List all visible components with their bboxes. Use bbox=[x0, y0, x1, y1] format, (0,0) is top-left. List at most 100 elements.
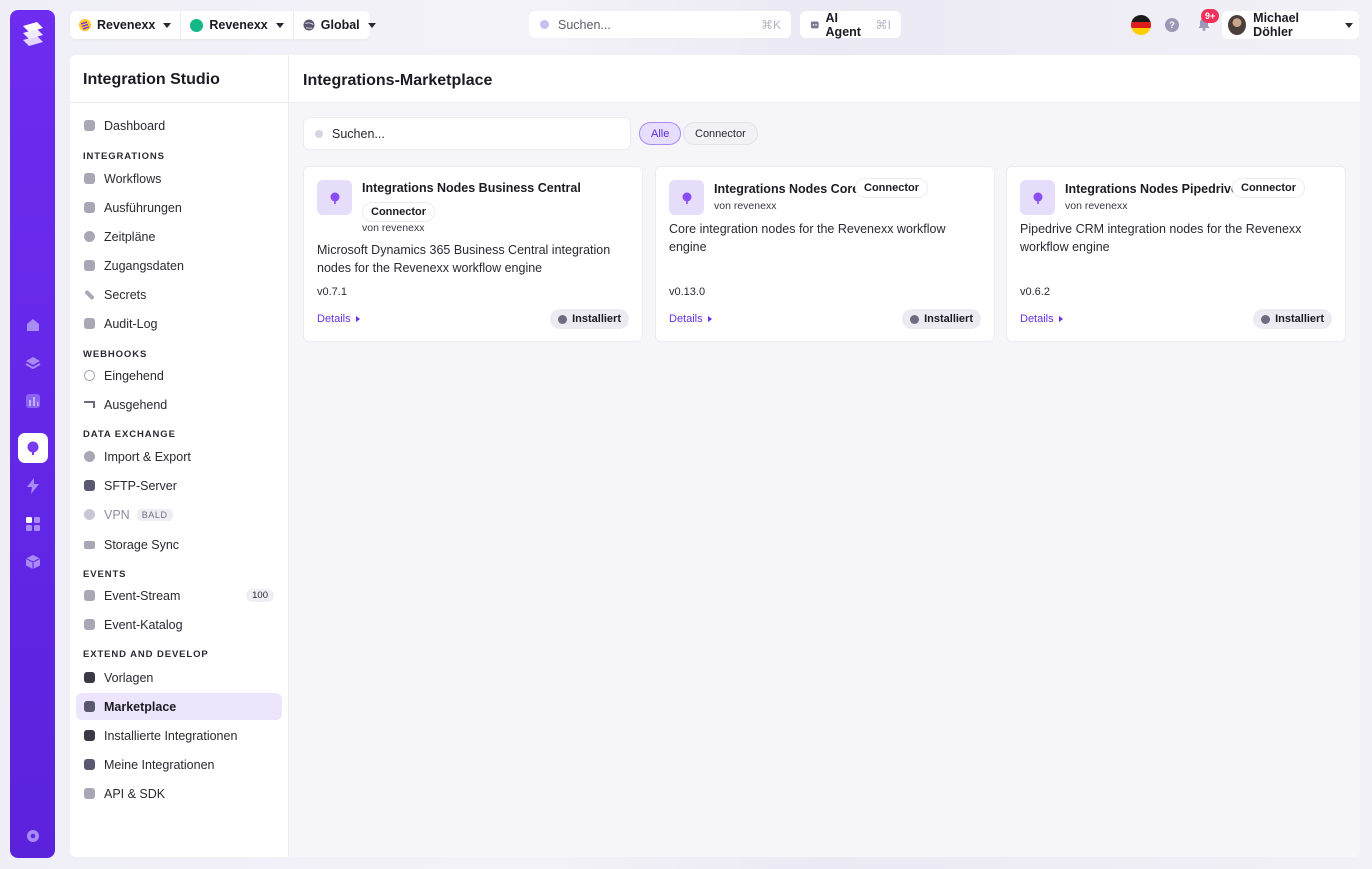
sidebar-item-label: Storage Sync bbox=[104, 537, 180, 552]
integration-card: Integrations Nodes Core Connector von re… bbox=[655, 166, 995, 342]
ai-agent-button[interactable]: AI Agent ⌘I bbox=[800, 11, 901, 39]
region-selector[interactable]: Global bbox=[294, 11, 385, 39]
catalog-icon bbox=[84, 619, 95, 630]
sidebar-item-vpn[interactable]: VPN BALD bbox=[76, 501, 282, 528]
ai-agent-shortcut: ⌘I bbox=[875, 17, 891, 32]
home-icon[interactable] bbox=[18, 310, 48, 340]
card-author: von revenexx bbox=[714, 200, 777, 212]
sidebar-item-marketplace[interactable]: Marketplace bbox=[76, 693, 282, 720]
stream-icon bbox=[84, 590, 95, 601]
installed-label: Installiert bbox=[572, 313, 621, 325]
package-icon bbox=[84, 759, 95, 770]
brand-stripes-icon bbox=[79, 19, 91, 31]
code-icon bbox=[84, 788, 95, 799]
sidebar-item-import-export[interactable]: Import & Export bbox=[76, 443, 282, 470]
apps-grid-icon[interactable] bbox=[18, 509, 48, 539]
sidebar-item-label: Workflows bbox=[104, 171, 162, 186]
check-circle-icon bbox=[1261, 314, 1271, 324]
sidebar-item-outgoing[interactable]: Ausgehend bbox=[76, 391, 282, 418]
sidebar-item-api-sdk[interactable]: API & SDK bbox=[76, 780, 282, 807]
coming-soon-badge: BALD bbox=[136, 508, 173, 521]
sidebar-item-label: Secrets bbox=[104, 287, 147, 302]
connector-tag: Connector bbox=[855, 178, 928, 198]
sidebar-item-label: SFTP-Server bbox=[104, 478, 177, 493]
card-title[interactable]: Integrations Nodes Business Central bbox=[362, 181, 581, 195]
sidebar-item-my-integrations[interactable]: Meine Integrationen bbox=[76, 751, 282, 778]
layers-icon bbox=[84, 730, 95, 741]
user-menu[interactable]: Michael Döhler bbox=[1222, 11, 1359, 39]
sidebar-item-label: Event-Stream bbox=[104, 588, 181, 603]
sidebar-item-label: Dashboard bbox=[104, 118, 166, 133]
sidebar-item-label: API & SDK bbox=[104, 786, 166, 801]
filter-connector[interactable]: Connector bbox=[683, 122, 758, 145]
app-rail bbox=[10, 10, 55, 858]
sidebar-item-sftp-server[interactable]: SFTP-Server bbox=[76, 472, 282, 499]
settings-gear-icon[interactable] bbox=[18, 821, 48, 851]
workspace-selector[interactable]: Revenexx bbox=[181, 11, 294, 39]
globe-icon bbox=[303, 19, 315, 31]
layers-icon[interactable] bbox=[18, 348, 48, 378]
sidebar-item-event-catalog[interactable]: Event-Katalog bbox=[76, 611, 282, 638]
search-shortcut: ⌘K bbox=[760, 17, 781, 32]
check-circle-icon bbox=[558, 314, 568, 324]
workflow-icon bbox=[84, 173, 95, 184]
card-title[interactable]: Integrations Nodes Pipedrive bbox=[1065, 182, 1238, 196]
user-name: Michael Döhler bbox=[1253, 11, 1300, 39]
global-search-placeholder: Suchen... bbox=[558, 17, 611, 32]
sidebar-item-credentials[interactable]: Zugangsdaten bbox=[76, 252, 282, 279]
sidebar-item-incoming[interactable]: Eingehend bbox=[76, 362, 282, 389]
card-version: v0.7.1 bbox=[317, 286, 347, 298]
sidebar-item-installed-integrations[interactable]: Installierte Integrationen bbox=[76, 722, 282, 749]
apps-grid-icon bbox=[84, 701, 95, 712]
event-count-badge: 100 bbox=[246, 589, 274, 602]
context-selector-group: Revenexx Revenexx Global bbox=[70, 11, 376, 39]
package-icon[interactable] bbox=[18, 547, 48, 577]
card-version: v0.6.2 bbox=[1020, 286, 1050, 298]
sidebar-item-label: Zugangsdaten bbox=[104, 258, 184, 273]
sidebar-item-secrets[interactable]: Secrets bbox=[76, 281, 282, 308]
integrations-icon[interactable] bbox=[18, 433, 48, 463]
sidebar-item-executions[interactable]: Ausführungen bbox=[76, 194, 282, 221]
marketplace-search-input[interactable]: Suchen... bbox=[303, 117, 631, 150]
search-icon bbox=[315, 129, 323, 138]
section-integrations: INTEGRATIONS bbox=[83, 151, 165, 162]
details-link[interactable]: Details bbox=[1020, 313, 1063, 325]
global-search-input[interactable]: Suchen... ⌘K bbox=[529, 11, 791, 38]
chevron-down-icon bbox=[1345, 22, 1353, 28]
sidebar-item-audit-log[interactable]: Audit-Log bbox=[76, 310, 282, 337]
connector-tag: Connector bbox=[362, 202, 435, 222]
webhook-icon bbox=[84, 370, 95, 381]
sidebar-item-templates[interactable]: Vorlagen bbox=[76, 664, 282, 691]
language-flag-de-icon[interactable] bbox=[1131, 15, 1151, 35]
sidebar-item-workflows[interactable]: Workflows bbox=[76, 165, 282, 192]
details-link[interactable]: Details bbox=[669, 313, 712, 325]
help-icon[interactable]: ? bbox=[1165, 18, 1179, 32]
sidebar-item-schedules[interactable]: Zeitpläne bbox=[76, 223, 282, 250]
integration-icon bbox=[317, 180, 352, 215]
sidebar-item-event-stream[interactable]: Event-Stream 100 bbox=[76, 582, 282, 609]
analytics-icon[interactable] bbox=[18, 386, 48, 416]
app-logo-icon[interactable] bbox=[19, 20, 47, 48]
integration-card: Integrations Nodes Pipedrive Connector v… bbox=[1006, 166, 1346, 342]
robot-icon bbox=[810, 21, 819, 29]
clock-icon bbox=[84, 231, 95, 242]
arrow-up-right-icon bbox=[84, 401, 95, 408]
sidebar-item-label: Import & Export bbox=[104, 449, 191, 464]
details-label: Details bbox=[669, 313, 703, 325]
lightning-icon[interactable] bbox=[18, 471, 48, 501]
sidebar-item-label: Zeitpläne bbox=[104, 229, 156, 244]
region-label: Global bbox=[320, 18, 360, 32]
sidebar-item-dashboard[interactable]: Dashboard bbox=[76, 112, 282, 139]
tenant-selector[interactable]: Revenexx bbox=[70, 11, 182, 39]
arrow-right-icon bbox=[1058, 316, 1063, 322]
integration-icon bbox=[669, 180, 704, 215]
installed-badge: Installiert bbox=[550, 309, 629, 329]
card-title[interactable]: Integrations Nodes Core bbox=[714, 182, 859, 196]
sidebar-item-label: VPN bbox=[104, 507, 130, 522]
main-panel: Integration Studio Dashboard INTEGRATION… bbox=[70, 55, 1360, 857]
details-link[interactable]: Details bbox=[317, 313, 360, 325]
filter-all[interactable]: Alle bbox=[639, 122, 682, 145]
marketplace-search-placeholder: Suchen... bbox=[332, 126, 385, 141]
sidebar-item-storage-sync[interactable]: Storage Sync bbox=[76, 531, 282, 558]
shield-check-icon bbox=[84, 318, 95, 329]
